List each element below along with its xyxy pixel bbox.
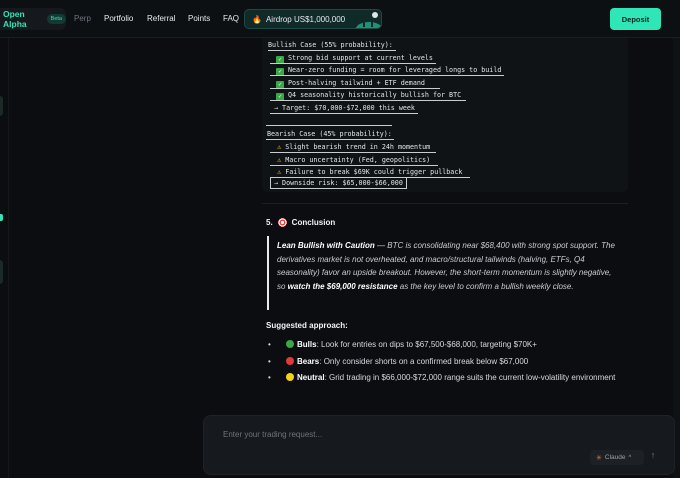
bull-item-text: Near-zero funding = room for leveraged l… (288, 66, 502, 74)
send-button[interactable]: ↑ (646, 450, 660, 465)
bear-target-box: → Downside risk: $65,000-$66,000 (270, 177, 407, 189)
quote-emphasis: watch the $69,000 resistance (287, 281, 398, 291)
approach-label: Neutral (297, 373, 325, 382)
approach-text: : Grid trading in $66,000-$72,000 range … (324, 373, 616, 382)
bull-item-text: Post-halving tailwind + ETF demand (288, 79, 425, 87)
deposit-button[interactable]: Deposit (610, 8, 661, 30)
red-circle-icon (286, 357, 294, 365)
section-divider (262, 203, 628, 204)
conclusion-title: Conclusion (291, 218, 336, 227)
bear-item-text: Slight bearish trend in 24h momentum (285, 143, 431, 151)
approach-heading: Suggested approach: (266, 321, 348, 330)
underline (270, 152, 436, 153)
quote-lead: Lean Bullish with Caution (277, 241, 375, 250)
bear-header: Bearish Case (45% probability): (267, 130, 392, 138)
bear-item: ⚠ Slight bearish trend in 24h momentum (277, 143, 430, 151)
conclusion-heading: 5. Conclusion (266, 218, 335, 227)
bull-header: Bullish Case (55% probability): (268, 41, 393, 49)
yellow-circle-icon (286, 373, 294, 381)
bull-target: → Target: $70,000-$72,000 this week (274, 104, 415, 112)
underline (270, 100, 466, 101)
nav-portfolio[interactable]: Portfolio (104, 14, 133, 23)
chevron-up-icon: ^ (628, 454, 632, 461)
underline (266, 125, 392, 126)
arrow-up-icon: ↑ (650, 450, 656, 460)
model-label: Claude (604, 454, 626, 461)
bear-item: ⚠ Failure to break $69K could trigger pul… (277, 168, 462, 176)
target-icon (277, 218, 287, 227)
approach-item: • Bulls: Look for entries on dips to $67,… (268, 340, 537, 349)
blockquote-bar (267, 236, 269, 310)
brand-link[interactable]: Open Alpha Beta (0, 8, 66, 30)
warning-icon: ⚠ (277, 156, 282, 164)
brand-name: Open Alpha (3, 9, 27, 29)
approach-label: Bulls (297, 340, 317, 349)
chat-input-box[interactable]: Enter your trading request... ✳ Claude ^… (203, 415, 675, 475)
warning-icon: ⚠ (277, 143, 282, 151)
rail-marker[interactable] (0, 96, 3, 116)
warning-icon: ⚠ (277, 168, 282, 176)
left-rail (0, 38, 9, 478)
underline (270, 113, 418, 114)
underline (270, 88, 440, 89)
bull-item-text: Strong bid support at current levels (288, 54, 433, 62)
bull-item-text: Q4 seasonality historically bullish for … (288, 91, 462, 99)
claude-icon: ✳ (596, 454, 602, 462)
airdrop-banner[interactable]: 🔥 Airdrop US$1,000,000 (244, 9, 382, 29)
scrollbar-track[interactable] (673, 38, 680, 478)
rail-marker[interactable] (0, 260, 3, 284)
underline (266, 139, 394, 140)
bear-item-text: Failure to break $69K could trigger pull… (285, 168, 463, 176)
approach-item: • Bears: Only consider shorts on a confir… (268, 357, 529, 366)
conclusion-quote: Lean Bullish with Caution — BTC is conso… (277, 239, 622, 293)
underline (270, 63, 436, 64)
airdrop-art-icon (355, 12, 381, 28)
green-circle-icon (286, 340, 294, 348)
airdrop-label: Airdrop US$1,000,000 (265, 14, 346, 24)
underline (270, 165, 438, 166)
bear-item: ⚠ Macro uncertainty (Fed, geopolitics) (277, 156, 430, 164)
nav-points[interactable]: Points (188, 14, 210, 23)
quote-body-end: as the key level to confirm a bullish we… (397, 281, 574, 291)
section-number: 5. (266, 218, 273, 227)
underline (268, 50, 396, 51)
approach-text: : Look for entries on dips to $67,500-$6… (316, 340, 537, 349)
nav-perp[interactable]: Perp (74, 14, 91, 23)
nav-referral[interactable]: Referral (147, 14, 175, 23)
model-selector[interactable]: ✳ Claude ^ (590, 450, 644, 465)
bear-item-text: Macro uncertainty (Fed, geopolitics) (285, 156, 431, 164)
fire-icon: 🔥 (252, 14, 262, 24)
approach-text: : Only consider shorts on a confirmed br… (319, 357, 529, 366)
rail-active-dot (0, 214, 3, 221)
approach-item: • Neutral: Grid trading in $66,000-$72,00… (268, 373, 616, 382)
chat-input[interactable]: Enter your trading request... (223, 430, 322, 439)
top-nav: Open Alpha Beta Perp Portfolio Referral … (0, 0, 680, 38)
underline (270, 75, 504, 76)
nav-faq[interactable]: FAQ (223, 14, 239, 23)
approach-label: Bears (297, 357, 320, 366)
bear-target: → Downside risk: $65,000-$66,000 (270, 177, 407, 189)
beta-badge: Beta (46, 14, 66, 24)
